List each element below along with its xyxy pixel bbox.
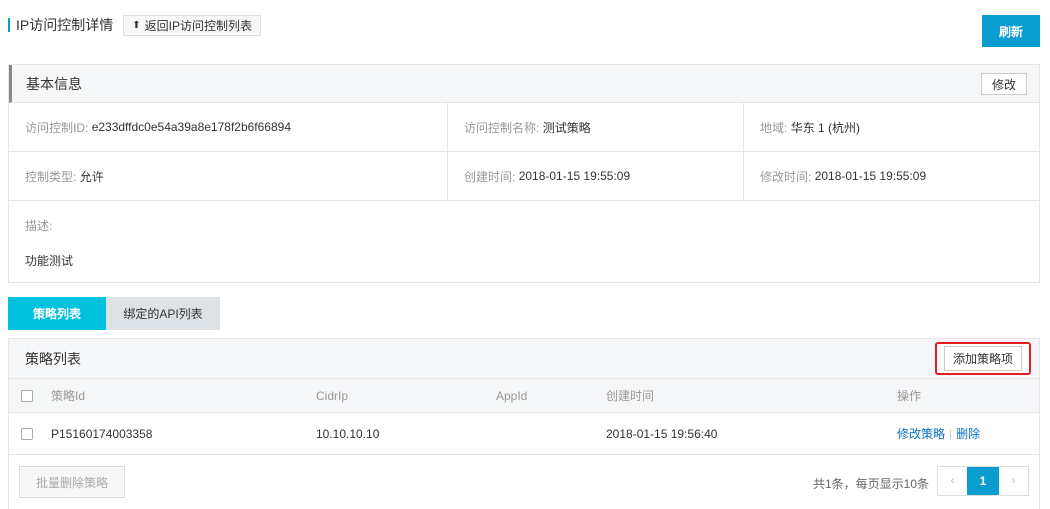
batch-delete-button[interactable]: 批量删除策略 xyxy=(19,466,125,498)
action-separator: | xyxy=(949,427,953,441)
back-to-list-button[interactable]: ⬆ 返回IP访问控制列表 xyxy=(123,14,261,36)
description-field: 描述: 功能测试 xyxy=(9,201,1039,285)
id-label: 访问控制ID: xyxy=(25,120,89,135)
edit-button[interactable]: 修改 xyxy=(980,73,1027,95)
control-type-field: 控制类型: 允许 xyxy=(9,152,448,200)
actions-cell: 修改策略 | 删除 xyxy=(897,425,980,442)
table-header: 策略Id CidrIp AppId 创建时间 操作 xyxy=(9,379,1039,413)
add-policy-label: 添加策略项 xyxy=(943,346,1022,371)
table-footer: 批量删除策略 共1条，每页显示10条 ‹ 1 › xyxy=(9,455,1039,505)
name-label: 访问控制名称: xyxy=(464,120,540,135)
tab-bound-api-list[interactable]: 绑定的API列表 xyxy=(106,297,220,330)
tab-bar: 策略列表 绑定的API列表 xyxy=(8,297,220,330)
next-page-button[interactable]: › xyxy=(999,467,1028,495)
modified-label: 修改时间: xyxy=(760,169,812,184)
column-header-created-time: 创建时间 xyxy=(606,389,655,403)
title-accent-bar xyxy=(8,18,10,32)
cidrip-cell: 10.10.10.10 xyxy=(316,426,380,441)
policy-id-cell: P15160174003358 xyxy=(51,426,153,441)
created-label: 创建时间: xyxy=(464,169,516,184)
access-control-name-field: 访问控制名称: 测试策略 xyxy=(448,103,744,151)
region-value: 华东 1 (杭州) xyxy=(790,120,861,135)
pagination-info: 共1条，每页显示10条 xyxy=(812,477,929,491)
basic-info-header: 基本信息 修改 xyxy=(9,65,1039,103)
pagination: ‹ 1 › xyxy=(937,466,1029,496)
policy-list-panel: 策略列表 添加策略项 策略Id CidrIp AppId 创建时间 操作 P15… xyxy=(8,338,1040,509)
column-header-actions: 操作 xyxy=(897,389,922,403)
edit-policy-link[interactable]: 修改策略 xyxy=(897,427,945,441)
description-value: 功能测试 xyxy=(25,254,74,268)
page-1-button[interactable]: 1 xyxy=(967,467,999,495)
page-title: IP访问控制详情 xyxy=(16,17,114,33)
info-row-2: 控制类型: 允许 创建时间: 2018-01-15 19:55:09 修改时间:… xyxy=(9,152,1039,201)
table-row: P15160174003358 10.10.10.10 2018-01-15 1… xyxy=(9,413,1039,455)
region-label: 地域: xyxy=(760,120,788,135)
prev-page-button[interactable]: ‹ xyxy=(938,467,967,495)
policy-list-header: 策略列表 添加策略项 xyxy=(9,339,1039,379)
column-header-appid: AppId xyxy=(496,388,528,403)
created-value: 2018-01-15 19:55:09 xyxy=(518,169,631,183)
delete-policy-link[interactable]: 删除 xyxy=(956,427,980,441)
modified-time-field: 修改时间: 2018-01-15 19:55:09 xyxy=(744,152,1039,200)
id-value: e233dffdc0e54a39a8e178f2b6f66894 xyxy=(91,120,291,134)
tab-policy-list[interactable]: 策略列表 xyxy=(8,297,106,330)
basic-info-panel: 基本信息 修改 访问控制ID: e233dffdc0e54a39a8e178f2… xyxy=(8,64,1040,283)
refresh-button[interactable]: 刷新 xyxy=(982,15,1040,47)
column-header-cidrip: CidrIp xyxy=(316,388,349,403)
description-label: 描述: xyxy=(25,219,53,233)
add-policy-button[interactable]: 添加策略项 xyxy=(935,342,1031,375)
policy-list-title: 策略列表 xyxy=(25,350,81,367)
up-arrow-icon: ⬆ xyxy=(132,19,141,31)
created-time-cell: 2018-01-15 19:56:40 xyxy=(606,426,718,441)
row-checkbox[interactable] xyxy=(21,427,33,440)
page-header: IP访问控制详情 ⬆ 返回IP访问控制列表 xyxy=(8,14,261,36)
basic-info-title: 基本信息 xyxy=(26,75,82,92)
created-time-field: 创建时间: 2018-01-15 19:55:09 xyxy=(448,152,744,200)
info-row-1: 访问控制ID: e233dffdc0e54a39a8e178f2b6f66894… xyxy=(9,103,1039,152)
type-value: 允许 xyxy=(79,169,104,184)
column-header-policy-id: 策略Id xyxy=(51,389,86,403)
type-label: 控制类型: xyxy=(25,169,77,184)
region-field: 地域: 华东 1 (杭州) xyxy=(744,103,1039,151)
modified-value: 2018-01-15 19:55:09 xyxy=(814,169,927,183)
access-control-id-field: 访问控制ID: e233dffdc0e54a39a8e178f2b6f66894 xyxy=(9,103,448,151)
back-button-label: 返回IP访问控制列表 xyxy=(144,18,252,33)
name-value: 测试策略 xyxy=(542,120,591,135)
select-all-checkbox[interactable] xyxy=(21,389,33,402)
